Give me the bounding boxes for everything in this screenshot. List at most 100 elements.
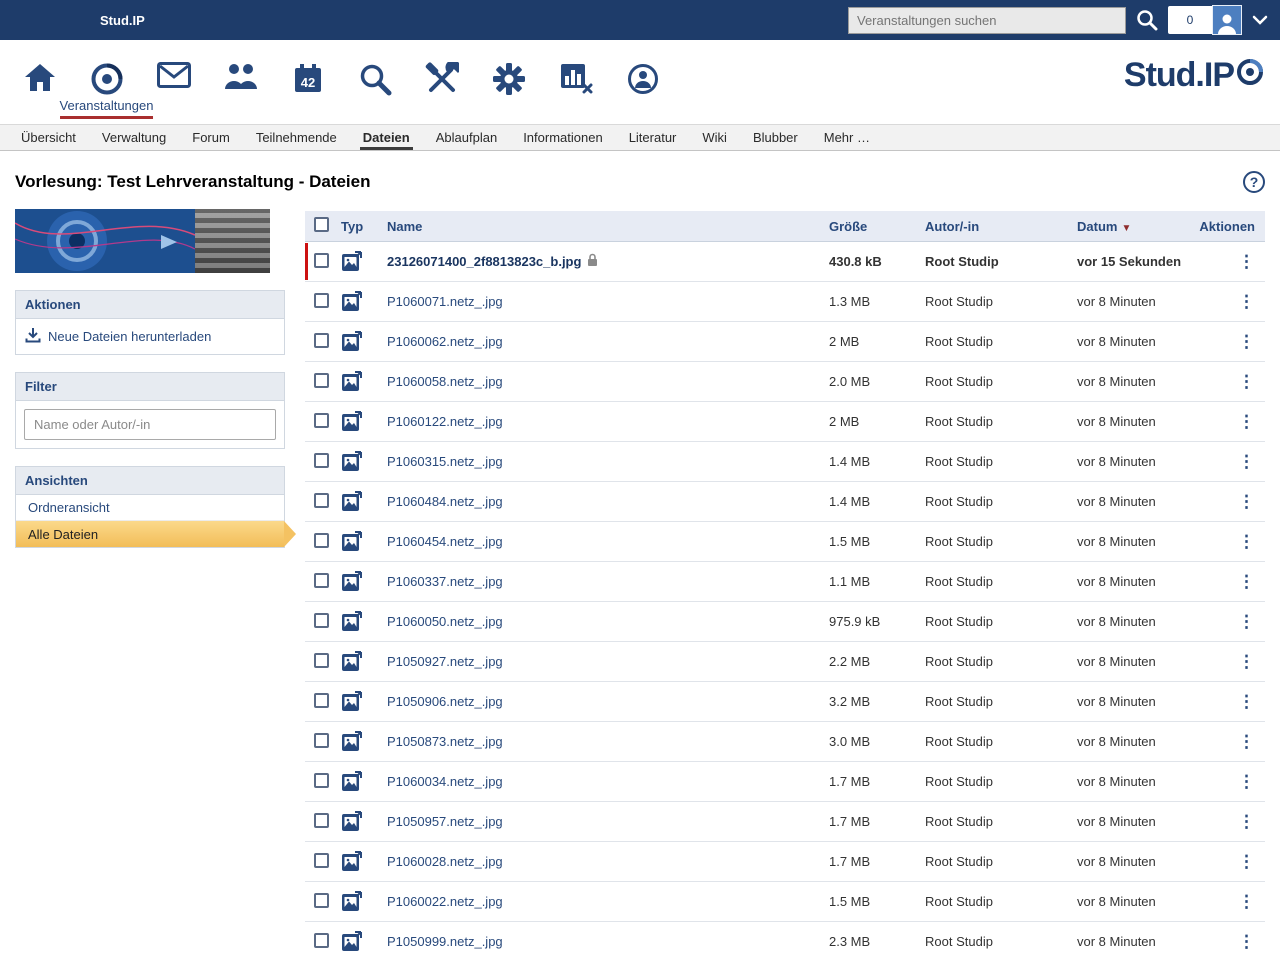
community-icon[interactable] bbox=[207, 40, 274, 90]
file-name-link[interactable]: P1050906.netz_.jpg bbox=[387, 694, 503, 709]
image-file-icon[interactable] bbox=[341, 728, 363, 753]
file-name-link[interactable]: P1060034.netz_.jpg bbox=[387, 774, 503, 789]
select-all-checkbox[interactable] bbox=[314, 217, 329, 232]
file-name-link[interactable]: P1050873.netz_.jpg bbox=[387, 734, 503, 749]
download-new-files-link[interactable]: Neue Dateien herunterladen bbox=[16, 319, 284, 354]
image-file-icon[interactable] bbox=[341, 608, 363, 633]
row-actions-menu-icon[interactable] bbox=[1238, 493, 1255, 510]
row-checkbox[interactable] bbox=[314, 773, 329, 788]
file-name-link[interactable]: P1060337.netz_.jpg bbox=[387, 574, 503, 589]
row-checkbox[interactable] bbox=[314, 733, 329, 748]
row-actions-menu-icon[interactable] bbox=[1238, 853, 1255, 870]
file-name-link[interactable]: P1060122.netz_.jpg bbox=[387, 414, 503, 429]
row-actions-menu-icon[interactable] bbox=[1238, 333, 1255, 350]
image-file-icon[interactable] bbox=[341, 368, 363, 393]
row-actions-menu-icon[interactable] bbox=[1238, 453, 1255, 470]
image-file-icon[interactable] bbox=[341, 448, 363, 473]
image-file-icon[interactable] bbox=[341, 928, 363, 953]
tab[interactable]: Dateien bbox=[350, 125, 423, 150]
oer-campus-icon[interactable] bbox=[609, 40, 676, 96]
file-name-link[interactable]: P1060062.netz_.jpg bbox=[387, 334, 503, 349]
row-actions-menu-icon[interactable] bbox=[1238, 253, 1255, 270]
file-name-link[interactable]: P1060058.netz_.jpg bbox=[387, 374, 503, 389]
view-option[interactable]: Alle Dateien bbox=[16, 521, 284, 547]
row-actions-menu-icon[interactable] bbox=[1238, 653, 1255, 670]
tab[interactable]: Mehr … bbox=[811, 125, 883, 150]
header-name[interactable]: Name bbox=[387, 219, 829, 234]
calendar-icon[interactable]: 42 bbox=[274, 40, 341, 94]
tab[interactable]: Übersicht bbox=[8, 125, 89, 150]
row-actions-menu-icon[interactable] bbox=[1238, 293, 1255, 310]
tab[interactable]: Informationen bbox=[510, 125, 616, 150]
evaluation-icon[interactable] bbox=[542, 40, 609, 94]
row-actions-menu-icon[interactable] bbox=[1238, 933, 1255, 950]
header-typ[interactable]: Typ bbox=[341, 219, 387, 234]
file-name-link[interactable]: P1060022.netz_.jpg bbox=[387, 894, 503, 909]
file-name-link[interactable]: P1050999.netz_.jpg bbox=[387, 934, 503, 949]
tab[interactable]: Literatur bbox=[616, 125, 690, 150]
row-actions-menu-icon[interactable] bbox=[1238, 773, 1255, 790]
tab[interactable]: Wiki bbox=[689, 125, 740, 150]
row-checkbox[interactable] bbox=[314, 893, 329, 908]
image-file-icon[interactable] bbox=[341, 248, 363, 273]
row-checkbox[interactable] bbox=[314, 573, 329, 588]
image-file-icon[interactable] bbox=[341, 768, 363, 793]
image-file-icon[interactable] bbox=[341, 688, 363, 713]
view-option[interactable]: Ordneransicht bbox=[16, 495, 284, 521]
file-name-link[interactable]: P1060050.netz_.jpg bbox=[387, 614, 503, 629]
row-checkbox[interactable] bbox=[314, 853, 329, 868]
tab[interactable]: Verwaltung bbox=[89, 125, 179, 150]
file-name-link[interactable]: P1060484.netz_.jpg bbox=[387, 494, 503, 509]
row-actions-menu-icon[interactable] bbox=[1238, 613, 1255, 630]
header-author[interactable]: Autor/-in bbox=[925, 219, 1077, 234]
course-search-input[interactable] bbox=[857, 13, 1117, 28]
row-actions-menu-icon[interactable] bbox=[1238, 413, 1255, 430]
row-actions-menu-icon[interactable] bbox=[1238, 733, 1255, 750]
global-search-icon[interactable] bbox=[341, 40, 408, 96]
tab[interactable]: Ablaufplan bbox=[423, 125, 510, 150]
row-checkbox[interactable] bbox=[314, 613, 329, 628]
search-icon[interactable] bbox=[1136, 9, 1158, 31]
filter-input[interactable] bbox=[24, 409, 276, 440]
tools-icon[interactable] bbox=[408, 40, 475, 96]
row-actions-menu-icon[interactable] bbox=[1238, 373, 1255, 390]
row-checkbox[interactable] bbox=[314, 533, 329, 548]
file-name-link[interactable]: P1060028.netz_.jpg bbox=[387, 854, 503, 869]
row-checkbox[interactable] bbox=[314, 933, 329, 948]
row-checkbox[interactable] bbox=[314, 653, 329, 668]
image-file-icon[interactable] bbox=[341, 288, 363, 313]
admin-gear-icon[interactable] bbox=[475, 40, 542, 96]
image-file-icon[interactable] bbox=[341, 888, 363, 913]
file-name-link[interactable]: 23126071400_2f8813823c_b.jpg bbox=[387, 254, 581, 269]
file-name-link[interactable]: P1060315.netz_.jpg bbox=[387, 454, 503, 469]
row-actions-menu-icon[interactable] bbox=[1238, 893, 1255, 910]
row-checkbox[interactable] bbox=[314, 373, 329, 388]
row-checkbox[interactable] bbox=[314, 453, 329, 468]
image-file-icon[interactable] bbox=[341, 328, 363, 353]
file-name-link[interactable]: P1060454.netz_.jpg bbox=[387, 534, 503, 549]
notification-counter[interactable]: 0 bbox=[1168, 6, 1212, 34]
file-name-link[interactable]: P1050957.netz_.jpg bbox=[387, 814, 503, 829]
tab[interactable]: Blubber bbox=[740, 125, 811, 150]
header-size[interactable]: Größe bbox=[829, 219, 925, 234]
row-checkbox[interactable] bbox=[314, 693, 329, 708]
image-file-icon[interactable] bbox=[341, 488, 363, 513]
file-name-link[interactable]: P1060071.netz_.jpg bbox=[387, 294, 503, 309]
tab[interactable]: Teilnehmende bbox=[243, 125, 350, 150]
row-checkbox[interactable] bbox=[314, 333, 329, 348]
tab[interactable]: Forum bbox=[179, 125, 243, 150]
row-actions-menu-icon[interactable] bbox=[1238, 533, 1255, 550]
row-actions-menu-icon[interactable] bbox=[1238, 813, 1255, 830]
row-checkbox[interactable] bbox=[314, 293, 329, 308]
row-checkbox[interactable] bbox=[314, 413, 329, 428]
chevron-down-icon[interactable] bbox=[1252, 15, 1268, 25]
avatar[interactable] bbox=[1212, 5, 1242, 35]
help-icon[interactable] bbox=[1243, 171, 1265, 193]
image-file-icon[interactable] bbox=[341, 408, 363, 433]
row-checkbox[interactable] bbox=[314, 493, 329, 508]
image-file-icon[interactable] bbox=[341, 568, 363, 593]
image-file-icon[interactable] bbox=[341, 528, 363, 553]
row-actions-menu-icon[interactable] bbox=[1238, 693, 1255, 710]
file-name-link[interactable]: P1050927.netz_.jpg bbox=[387, 654, 503, 669]
row-checkbox[interactable] bbox=[314, 813, 329, 828]
